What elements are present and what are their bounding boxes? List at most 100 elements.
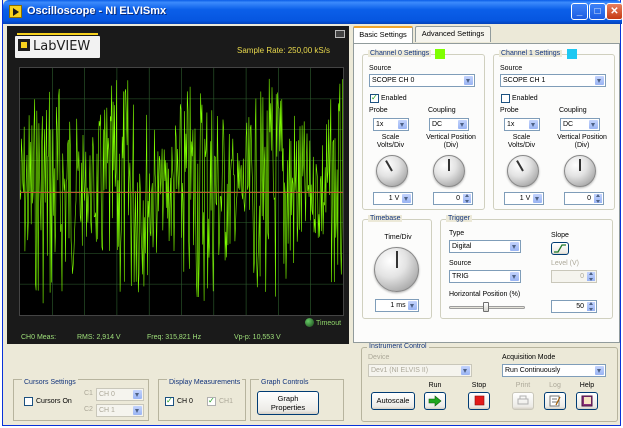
- help-book-icon: [581, 395, 593, 407]
- cursors-on-label: Cursors On: [36, 398, 72, 405]
- trigger-source-select[interactable]: TRIG: [449, 270, 521, 283]
- graph-properties-button[interactable]: Graph Properties: [257, 391, 319, 415]
- graph-menu-icon[interactable]: [335, 30, 345, 38]
- scope-plot[interactable]: [19, 67, 344, 316]
- tab-advanced-settings[interactable]: Advanced Settings: [415, 26, 491, 42]
- maximize-button[interactable]: □: [589, 3, 606, 20]
- ch1-scale-knob[interactable]: [507, 155, 539, 187]
- ch0-probe-label: Probe: [369, 107, 388, 114]
- channel1-title: Channel 1 Settings: [499, 50, 563, 57]
- acquisition-mode-select[interactable]: Run Continuously: [502, 364, 606, 377]
- chevron-down-icon: [589, 120, 598, 129]
- timebase-box: Timebase Time/Div 1 ms: [362, 215, 432, 319]
- trigger-type-value: Digital: [452, 243, 472, 250]
- spinner-icon[interactable]: [587, 272, 595, 281]
- ch0-source-select[interactable]: SCOPE CH 0: [369, 74, 475, 87]
- print-label: Print: [515, 382, 531, 389]
- run-button[interactable]: [424, 392, 446, 410]
- c2-label: C2: [84, 406, 93, 413]
- timebase-value: 1 ms: [390, 302, 406, 309]
- trigger-box: Trigger Type Digital Slope Source TRIG L…: [440, 215, 613, 319]
- timebase-title: Timebase: [368, 215, 403, 222]
- trigger-level-value: 0: [580, 273, 584, 280]
- stop-button[interactable]: [468, 392, 490, 410]
- chevron-down-icon: [533, 194, 542, 203]
- knob-pointer: [385, 160, 393, 172]
- log-button[interactable]: [544, 392, 566, 410]
- window-title: Oscilloscope - NI ELVISmx: [27, 5, 167, 17]
- rising-edge-icon: [554, 244, 566, 253]
- ch0-vpos-input[interactable]: 0: [433, 192, 473, 205]
- ch1-vpos-label: Vertical Position (Div): [557, 134, 607, 149]
- ch1-probe-select[interactable]: 1x: [504, 118, 540, 131]
- trigger-type-select[interactable]: Digital: [449, 240, 521, 253]
- knob-pointer: [395, 251, 398, 269]
- minimize-button[interactable]: _: [571, 3, 588, 20]
- chevron-down-icon: [529, 120, 538, 129]
- slope-label: Slope: [551, 232, 569, 239]
- display-ch1-checkbox[interactable]: [207, 396, 216, 406]
- hpos-slider-thumb[interactable]: [483, 302, 489, 312]
- display-measurements-title: Display Measurements: [167, 379, 243, 386]
- c2-select[interactable]: CH 1: [96, 404, 144, 417]
- close-button[interactable]: ✕: [606, 3, 623, 20]
- timebase-select[interactable]: 1 ms: [375, 299, 419, 312]
- device-select[interactable]: Dev1 (NI ELVIS II): [368, 364, 472, 377]
- chevron-down-icon: [133, 406, 142, 415]
- ch1-coupling-select[interactable]: DC: [560, 118, 600, 131]
- help-button[interactable]: [576, 392, 598, 410]
- ch1-vpos-input[interactable]: 0: [564, 192, 604, 205]
- ch0-scale-knob[interactable]: [376, 155, 408, 187]
- labview-logo: LabVIEW: [15, 33, 100, 58]
- autoscale-button[interactable]: Autoscale: [371, 392, 415, 410]
- scope-display-panel: LabVIEW Sample Rate: 250,00 kS/s Timeout…: [7, 26, 349, 344]
- device-value: Dev1 (NI ELVIS II): [371, 367, 429, 374]
- timebase-knob[interactable]: [374, 247, 419, 292]
- slope-rising-button[interactable]: [551, 242, 569, 255]
- ch1-scale-label: Scale Volts/Div: [507, 134, 536, 149]
- ch1-enabled-checkbox[interactable]: [501, 94, 510, 103]
- channel0-color-swatch: [435, 49, 445, 59]
- ch0-coupling-select[interactable]: DC: [429, 118, 469, 131]
- hpos-input[interactable]: 50: [551, 300, 597, 313]
- chevron-down-icon: [408, 301, 417, 310]
- spinner-icon[interactable]: [587, 302, 595, 311]
- spinner-icon[interactable]: [594, 194, 602, 203]
- channel1-settings-box: Channel 1 Settings Source SCOPE CH 1 Ena…: [493, 49, 615, 210]
- log-label: Log: [549, 382, 561, 389]
- ch1-source-label: Source: [500, 65, 523, 72]
- ch1-source-select[interactable]: SCOPE CH 1: [500, 74, 606, 87]
- timeout-label: Timeout: [316, 320, 342, 327]
- c1-select[interactable]: CH 0: [96, 388, 144, 401]
- trigger-title: Trigger: [446, 215, 472, 222]
- ch0-scale-value: 1 V: [388, 195, 400, 202]
- ch0-vpos-label: Vertical Position (Div): [426, 134, 476, 149]
- cursors-settings-title: Cursors Settings: [22, 379, 78, 386]
- ch1-scale-select[interactable]: 1 V: [504, 192, 544, 205]
- graph-controls-title: Graph Controls: [259, 379, 311, 386]
- channel0-title: Channel 0 Settings: [368, 50, 432, 57]
- timebase-label: Time/Div: [384, 234, 412, 241]
- oscilloscope-window: Oscilloscope - NI ELVISmx _ □ ✕ LabVIEW …: [2, 0, 623, 426]
- ch0-scale-select[interactable]: 1 V: [373, 192, 413, 205]
- knob-pointer: [448, 159, 450, 171]
- hpos-label: Horizontal Position (%): [449, 291, 521, 298]
- chevron-down-icon: [398, 120, 407, 129]
- ch1-vpos-knob[interactable]: [564, 155, 596, 187]
- cursors-on-checkbox[interactable]: [24, 397, 33, 406]
- ch0-source-label: Source: [369, 65, 392, 72]
- chevron-down-icon: [461, 366, 470, 375]
- acquisition-mode-label: Acquisition Mode: [502, 354, 556, 361]
- display-ch0-checkbox[interactable]: [165, 396, 174, 406]
- ch0-probe-value: 1x: [376, 121, 384, 128]
- spinner-icon[interactable]: [463, 194, 471, 203]
- ch0-enabled-checkbox[interactable]: [370, 93, 379, 103]
- ch0-probe-select[interactable]: 1x: [373, 118, 409, 131]
- chevron-down-icon: [510, 242, 519, 251]
- timeout-led-icon: [305, 318, 314, 327]
- trigger-level-input[interactable]: 0: [551, 270, 597, 283]
- tab-basic-settings[interactable]: Basic Settings: [353, 26, 413, 44]
- vpp-value: Vp-p: 10,553 V: [234, 334, 281, 341]
- ch0-vpos-knob[interactable]: [433, 155, 465, 187]
- print-button[interactable]: [512, 392, 534, 410]
